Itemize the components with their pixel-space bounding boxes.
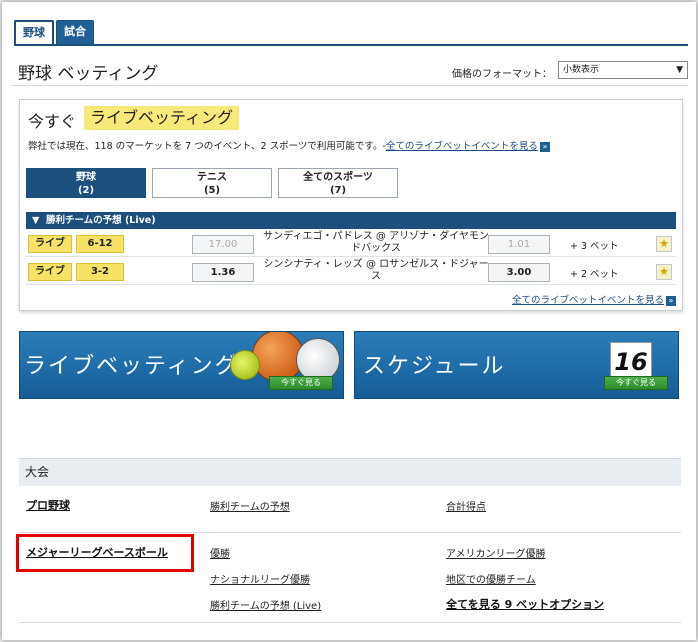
banner-title: ライブベッティング [24,354,239,379]
sport-tab-all-sports[interactable]: 全てのスポーツ (7) [278,168,398,198]
tab-matches[interactable]: 試合 [56,20,94,44]
calendar-icon: 16 [610,342,652,380]
price-format-select[interactable]: 小数表示 ▼ [558,61,688,79]
tournament-npb[interactable]: プロ野球 [26,497,70,513]
market-title: 勝利チームの予想 (Live) [45,215,156,226]
see-all-options-link[interactable]: 全てを見る 9 ベットオプション [446,596,604,612]
tournaments-header: 大会 [19,458,681,486]
home-odds-button[interactable]: 1.36 [192,263,254,282]
divider [19,532,681,533]
live-info: 弊社では現在、118 のマーケットを 7 つのイベント、2 スポーツで利用可能で… [28,138,550,152]
teams-line: ドバックス [351,243,401,254]
double-arrow-icon: » [666,295,676,306]
more-bets-link[interactable]: + 2 ベット [570,266,619,280]
market-link[interactable]: 勝利チームの予想 (Live) [210,597,321,612]
teams-line: シンシナティ・レッズ @ ロサンゼルス・ドジャー [263,259,489,270]
live-heading-prefix: 今すぐ [28,112,77,131]
teams-line: サンディエゴ・パドレス @ アリゾナ・ダイヤモン [263,231,489,242]
all-live-events-link-bottom[interactable]: 全てのライブベットイベントを見る [512,295,664,306]
sport-tab-count: (7) [329,185,347,196]
live-betting-banner[interactable]: ライブベッティング 今すぐ見る [19,331,344,399]
live-heading-highlight: ライブベッティング [84,106,240,130]
collapse-triangle-icon: ▼ [32,215,40,226]
sport-tab-count: (2) [77,185,95,196]
market-link[interactable]: アメリカンリーグ優勝 [446,545,546,560]
score-badge: 3-2 [76,263,124,281]
sport-tab-count: (5) [203,185,221,196]
home-odds-button[interactable]: 17.00 [192,235,254,254]
live-info-text: 弊社では現在、118 のマーケットを 7 つのイベント、2 スポーツで利用可能で… [28,141,386,152]
market-link[interactable]: ナショナルリーグ優勝 [210,571,310,586]
live-view-now-button[interactable]: 今すぐ見る [269,376,333,390]
schedule-banner[interactable]: スケジュール 16 今すぐ見る [354,331,679,399]
chevron-down-icon: ▼ [676,65,683,75]
double-arrow-icon: » [539,141,550,152]
title-row: 野球 ベッティング 価格のフォーマット： 小数表示 ▼ [12,54,688,86]
away-odds-button[interactable]: 3.00 [488,263,550,282]
price-format-label: 価格のフォーマット： [452,69,552,80]
teams-line: ス [371,271,381,282]
live-betting-panel: 今すぐ ライブベッティング 弊社では現在、118 のマーケットを 7 つのイベン… [19,99,683,311]
more-bets-link[interactable]: + 3 ベット [570,238,619,252]
page-title: 野球 ベッティング [18,64,159,84]
market-link[interactable]: 優勝 [210,545,230,560]
favorite-star-icon[interactable]: ★ [656,264,672,280]
event-row: ライブ 6-12 17.00 サンディエゴ・パドレス @ アリゾナ・ダイヤモン … [26,231,676,257]
sport-tab-label: 全てのスポーツ [303,172,373,183]
live-badge: ライブ [28,263,72,281]
schedule-view-now-button[interactable]: 今すぐ見る [604,376,668,390]
all-live-events-link[interactable]: 全てのライブベットイベントを見る [386,141,538,152]
event-teams[interactable]: サンディエゴ・パドレス @ アリゾナ・ダイヤモン ドバックス [262,231,490,255]
sport-tab-label: 野球 [76,172,96,183]
top-tab-bar: 野球 試合 [14,20,688,46]
banner-title: スケジュール [363,354,506,379]
score-badge: 6-12 [76,235,124,253]
market-link[interactable]: 合計得点 [446,498,486,513]
all-live-events-footer: 全てのライブベットイベントを見る» [512,292,676,306]
betting-page: 野球 試合 野球 ベッティング 価格のフォーマット： 小数表示 ▼ 今すぐ ライ… [2,2,696,640]
favorite-star-icon[interactable]: ★ [656,236,672,252]
sport-tab-tennis[interactable]: テニス (5) [152,168,272,198]
tennis-ball-icon [230,350,260,380]
sport-tab-baseball[interactable]: 野球 (2) [26,168,146,198]
divider [19,622,681,623]
live-badge: ライブ [28,235,72,253]
market-header[interactable]: ▼ 勝利チームの予想 (Live) [26,212,676,229]
away-odds-button[interactable]: 1.01 [488,235,550,254]
market-link[interactable]: 勝利チームの予想 [210,498,290,513]
event-teams[interactable]: シンシナティ・レッズ @ ロサンゼルス・ドジャー ス [262,259,490,283]
event-row: ライブ 3-2 1.36 シンシナティ・レッズ @ ロサンゼルス・ドジャー ス … [26,259,676,285]
price-format-value: 小数表示 [563,65,600,75]
tab-baseball[interactable]: 野球 [14,20,54,44]
sport-tab-label: テニス [197,172,227,183]
tournament-mlb[interactable]: メジャーリーグベースボール [26,544,168,560]
market-link[interactable]: 地区での優勝チーム [446,571,536,586]
